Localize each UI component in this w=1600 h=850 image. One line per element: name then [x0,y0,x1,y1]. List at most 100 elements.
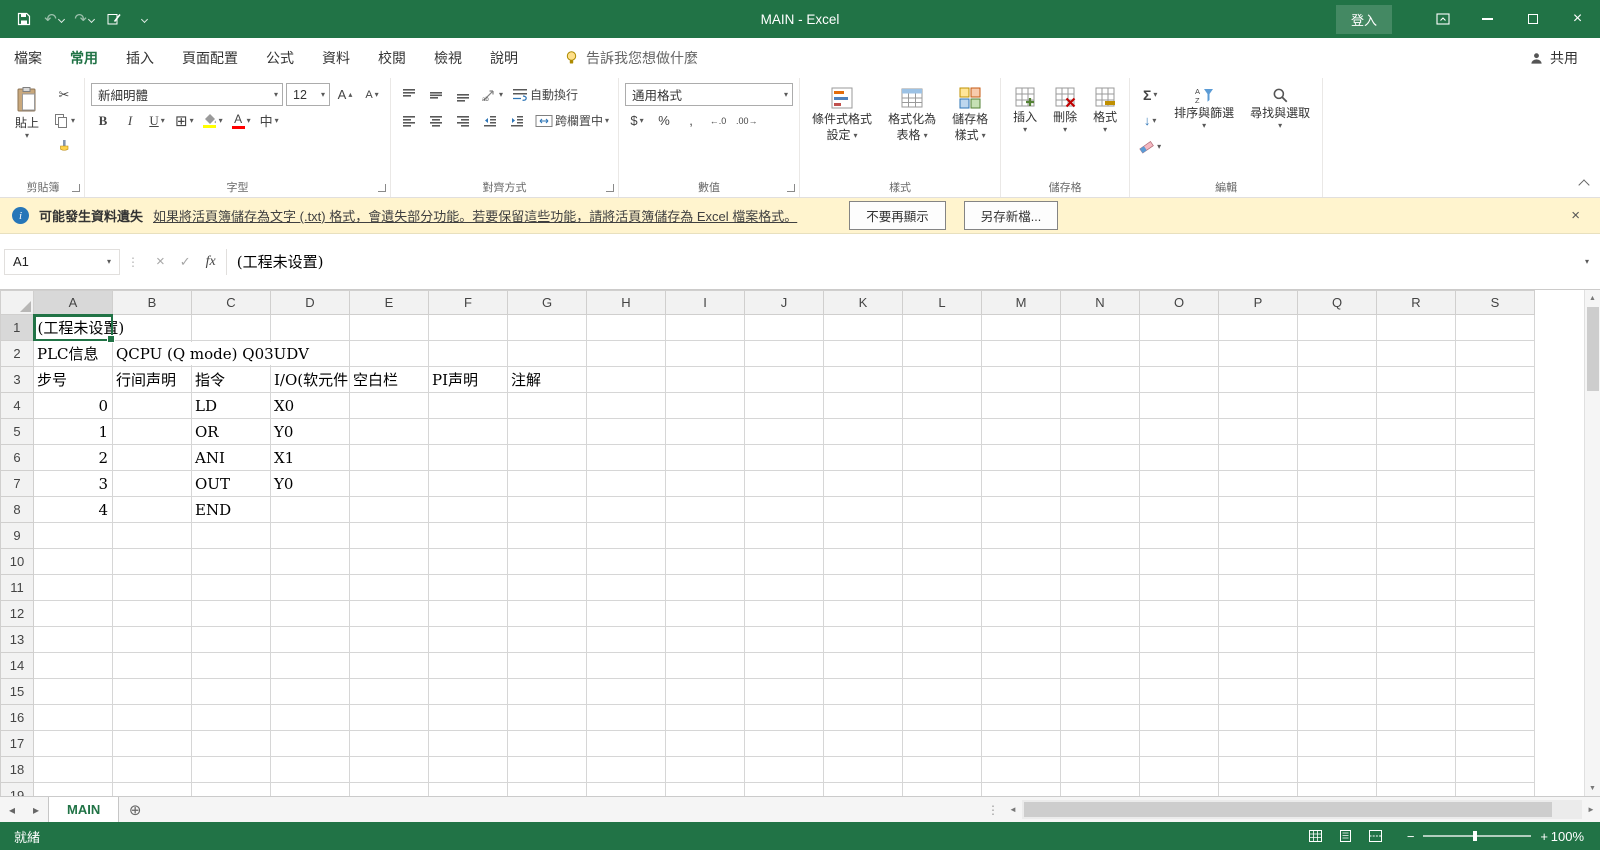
cell-H18[interactable] [587,757,666,783]
cell-S17[interactable] [1456,731,1535,757]
cell-Q9[interactable] [1298,523,1377,549]
cell-M1[interactable] [982,315,1061,341]
cell-A13[interactable] [34,627,113,653]
cell-P3[interactable] [1219,367,1298,393]
cell-G17[interactable] [508,731,587,757]
insert-cells-button[interactable]: 插入 ▾ [1007,83,1043,137]
enter-entry-button[interactable]: ✓ [180,254,191,270]
row-header-2[interactable]: 2 [1,341,34,367]
cell-K12[interactable] [824,601,903,627]
cell-L5[interactable] [903,419,982,445]
cell-D14[interactable] [271,653,350,679]
cell-K4[interactable] [824,393,903,419]
cell-A12[interactable] [34,601,113,627]
cell-E9[interactable] [350,523,429,549]
cell-E11[interactable] [350,575,429,601]
cell-P12[interactable] [1219,601,1298,627]
cell-N11[interactable] [1061,575,1140,601]
cell-F10[interactable] [429,549,508,575]
cell-B8[interactable] [113,497,192,523]
cell-J12[interactable] [745,601,824,627]
cell-J14[interactable] [745,653,824,679]
cell-I15[interactable] [666,679,745,705]
cell-R18[interactable] [1377,757,1456,783]
cell-G18[interactable] [508,757,587,783]
cell-E2[interactable] [350,341,429,367]
row-header-10[interactable]: 10 [1,549,34,575]
cell-K14[interactable] [824,653,903,679]
decrease-indent-button[interactable] [478,109,502,132]
cell-J15[interactable] [745,679,824,705]
cell-O19[interactable] [1140,783,1219,797]
cell-F2[interactable] [429,341,508,367]
cell-C10[interactable] [192,549,271,575]
cell-E3[interactable]: 空白栏 [350,367,429,393]
cell-L2[interactable] [903,341,982,367]
cell-E14[interactable] [350,653,429,679]
cell-P19[interactable] [1219,783,1298,797]
name-box[interactable]: A1 ▾ [4,249,120,275]
cell-D7[interactable]: Y0 [271,471,350,497]
cell-A15[interactable] [34,679,113,705]
cell-C12[interactable] [192,601,271,627]
cell-I5[interactable] [666,419,745,445]
column-header-C[interactable]: C [192,291,271,315]
font-dialog-launcher[interactable] [378,184,386,192]
cell-Q2[interactable] [1298,341,1377,367]
cell-S4[interactable] [1456,393,1535,419]
cell-J8[interactable] [745,497,824,523]
cell-P13[interactable] [1219,627,1298,653]
cell-N18[interactable] [1061,757,1140,783]
cell-D11[interactable] [271,575,350,601]
row-header-19[interactable]: 19 [1,783,34,797]
cell-F12[interactable] [429,601,508,627]
column-header-P[interactable]: P [1219,291,1298,315]
cell-H17[interactable] [587,731,666,757]
grow-font-button[interactable]: A▴ [333,83,357,106]
cell-K9[interactable] [824,523,903,549]
cell-E17[interactable] [350,731,429,757]
cell-F5[interactable] [429,419,508,445]
cell-Q8[interactable] [1298,497,1377,523]
cell-E16[interactable] [350,705,429,731]
row-header-13[interactable]: 13 [1,627,34,653]
cell-K18[interactable] [824,757,903,783]
cell-B16[interactable] [113,705,192,731]
row-header-11[interactable]: 11 [1,575,34,601]
cell-L15[interactable] [903,679,982,705]
formula-input[interactable]: (工程未设置) [227,249,1576,275]
horizontal-scrollbar[interactable] [1022,800,1582,819]
column-header-D[interactable]: D [271,291,350,315]
format-as-table-button[interactable]: 格式化為 表格▾ [882,83,942,146]
cell-G11[interactable] [508,575,587,601]
find-select-button[interactable]: 尋找與選取 ▾ [1244,83,1316,133]
middle-align-button[interactable] [424,83,448,106]
formula-bar-grip[interactable]: ⋮ [120,255,146,269]
cell-C11[interactable] [192,575,271,601]
cell-P2[interactable] [1219,341,1298,367]
column-header-B[interactable]: B [113,291,192,315]
row-header-15[interactable]: 15 [1,679,34,705]
column-header-E[interactable]: E [350,291,429,315]
cell-S5[interactable] [1456,419,1535,445]
copy-button[interactable]: ▾ [50,109,78,132]
cell-O4[interactable] [1140,393,1219,419]
cell-Q5[interactable] [1298,419,1377,445]
cell-O16[interactable] [1140,705,1219,731]
cell-P11[interactable] [1219,575,1298,601]
cell-S9[interactable] [1456,523,1535,549]
cell-A4[interactable]: 0 [34,393,113,419]
cell-J3[interactable] [745,367,824,393]
cell-H9[interactable] [587,523,666,549]
cell-H4[interactable] [587,393,666,419]
cell-C7[interactable]: OUT [192,471,271,497]
cell-I13[interactable] [666,627,745,653]
row-header-8[interactable]: 8 [1,497,34,523]
cell-K19[interactable] [824,783,903,797]
cell-I8[interactable] [666,497,745,523]
cell-H15[interactable] [587,679,666,705]
cell-I18[interactable] [666,757,745,783]
cell-I11[interactable] [666,575,745,601]
cell-I12[interactable] [666,601,745,627]
cell-S11[interactable] [1456,575,1535,601]
